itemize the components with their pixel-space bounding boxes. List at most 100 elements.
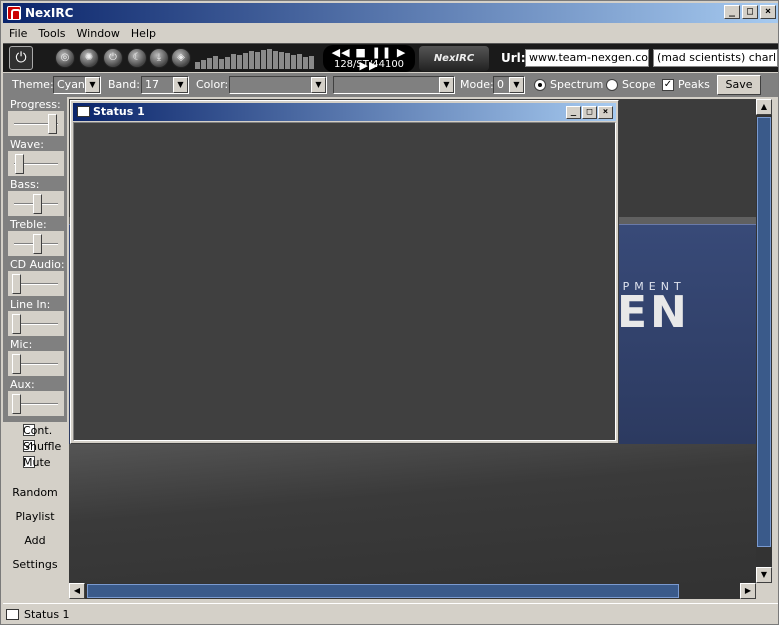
spectrum-bar [213,56,218,69]
scroll-right-icon[interactable]: ▶ [740,583,756,599]
mixer-label: Progress: [10,98,61,111]
option-label: Cont. [23,424,53,437]
menu-file[interactable]: File [3,27,32,40]
spectrum-label: Spectrum [550,78,604,91]
horizontal-scrollbar[interactable]: ◀ ▶ [69,583,756,599]
download-icon[interactable]: ⤓ [149,48,169,68]
spectrum-bar [291,55,296,69]
playlist-button[interactable]: Playlist [7,505,63,529]
vertical-scrollbar[interactable]: ▲ ▼ [756,99,772,583]
random-button[interactable]: Random [7,481,63,505]
mixer-slider[interactable] [8,271,64,296]
scroll-down-icon[interactable]: ▼ [756,567,772,583]
background-floor [69,444,756,583]
spectrum-bar [303,57,308,69]
spectrum-bar [309,56,314,69]
spectrum-bar [267,49,272,69]
banner-logo: EN [617,287,690,338]
settings-button[interactable]: Settings [7,553,63,577]
mixer-label: Bass: [10,178,40,191]
spectrum-bar [231,54,236,69]
slider-thumb[interactable] [48,114,57,134]
command-panel: Random Playlist Add Settings [7,481,63,577]
playback-options: Cont. ✓ Shuffle Mute [3,424,67,476]
slider-thumb[interactable] [15,154,24,174]
status-tab-label: Status 1 [24,607,70,621]
spectrum-bar [195,62,200,69]
mode-value: 0 [497,78,504,91]
mixer-slider[interactable] [8,391,64,416]
mixer-slider[interactable] [8,311,64,336]
disc-icon[interactable]: ◎ [55,48,75,68]
url-field[interactable]: www.team-nexgen.com [525,49,649,67]
vertical-scroll-thumb[interactable] [757,117,771,547]
chevron-down-icon[interactable]: ▼ [509,77,524,93]
radiation-icon[interactable]: ✺ [79,48,99,68]
horizontal-scroll-thumb[interactable] [87,584,679,598]
theme-value: Cyan [57,78,85,91]
maximize-button[interactable]: □ [742,5,758,19]
spectrum-bar [273,51,278,69]
scroll-up-icon[interactable]: ▲ [756,99,772,115]
spectrum-bar [279,52,284,69]
theme-select[interactable]: Cyan ▼ [53,76,101,94]
mixer-row: Aux: [3,377,67,417]
status-minimize-button[interactable]: _ [566,106,581,119]
option-label: Shuffle [23,440,62,453]
mixer-label: CD Audio: [10,258,65,271]
theme-label: Theme: [12,78,54,91]
close-button[interactable]: × [760,5,776,19]
chevron-down-icon[interactable]: ▼ [85,77,100,93]
mixer-slider[interactable] [8,111,64,136]
band-select[interactable]: 17 ▼ [141,76,189,94]
mixer-slider[interactable] [8,191,64,216]
status-tab[interactable]: Status 1 [6,606,70,622]
add-button[interactable]: Add [7,529,63,553]
save-button[interactable]: Save [717,75,761,95]
color-select[interactable]: ▼ [229,76,327,94]
power-icon[interactable]: ⏻ [9,46,33,70]
status-output-area[interactable] [73,122,616,441]
shield-icon[interactable]: ◈ [171,48,191,68]
mixer-slider[interactable] [8,151,64,176]
scroll-left-icon[interactable]: ◀ [69,583,85,599]
color-secondary-select[interactable]: ▼ [333,76,455,94]
status-close-button[interactable]: × [598,106,613,119]
slider-thumb[interactable] [12,354,21,374]
mixer-row: Mic: [3,337,67,377]
moon-icon[interactable]: ☾ [127,48,147,68]
scope-radio[interactable] [606,79,618,91]
menu-tools[interactable]: Tools [32,27,70,40]
main-window: NexIRC _ □ × File Tools Window Help ⏻ ◎ … [0,0,779,625]
menu-window[interactable]: Window [71,27,125,40]
band-value: 17 [145,78,159,91]
power-small-icon[interactable]: ⏻ [103,48,123,68]
peaks-label: Peaks [678,78,710,91]
mixer-panel: Progress: Wave: Bass: Treble: CD Audio: Line … [3,97,67,422]
mixer-row: Progress: [3,97,67,137]
window-list-icon [77,106,90,117]
nexirc-logo: NexIRC [419,46,489,71]
spectrum-bar [297,54,302,69]
mixer-slider[interactable] [8,231,64,256]
slider-thumb[interactable] [12,394,21,414]
mixer-slider[interactable] [8,351,64,376]
slider-thumb[interactable] [33,194,42,214]
topic-field[interactable]: (mad scientists) charlie.m [653,49,778,67]
mode-select[interactable]: 0 ▼ [493,76,525,94]
chevron-down-icon[interactable]: ▼ [173,77,188,93]
status-maximize-button[interactable]: □ [582,106,597,119]
menu-help[interactable]: Help [125,27,161,40]
minimize-button[interactable]: _ [724,5,740,19]
spectrum-bar [249,51,254,69]
slider-thumb[interactable] [33,234,42,254]
mixer-row: CD Audio: [3,257,67,297]
transport-controls: ◀◀ ■ ❚❚ ▶ ▶▶ 128/ST/44100 [323,45,415,72]
spectrum-radio[interactable] [534,79,546,91]
status-window-title-bar[interactable]: Status 1 _ □ × [73,103,616,121]
peaks-checkbox[interactable]: ✓ [662,79,674,91]
chevron-down-icon[interactable]: ▼ [311,77,326,93]
chevron-down-icon[interactable]: ▼ [439,77,454,93]
slider-thumb[interactable] [12,314,21,334]
slider-thumb[interactable] [12,274,21,294]
